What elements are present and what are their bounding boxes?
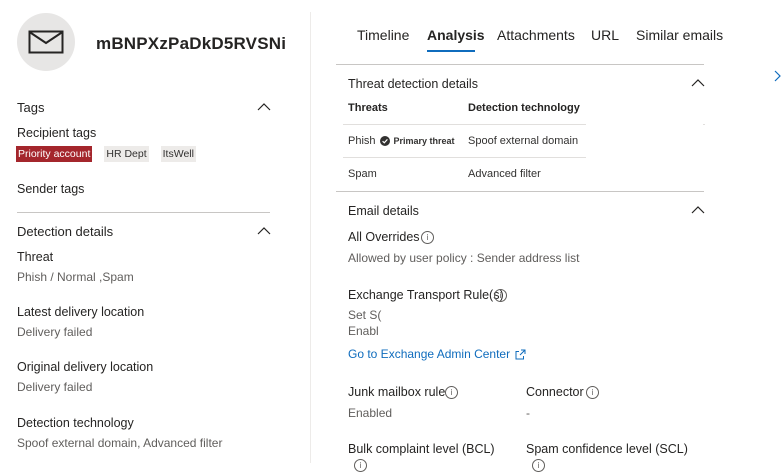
detection-tech-label: Detection technology xyxy=(17,416,134,430)
info-icon[interactable]: i xyxy=(445,386,458,399)
col-header-detection-tech[interactable]: Detection technology xyxy=(468,102,580,114)
threat-value: Phish / Normal ,Spam xyxy=(17,270,134,284)
col-header-threats[interactable]: Threats xyxy=(348,102,388,114)
detection-section-title: Detection details xyxy=(17,224,114,239)
recipient-tags-label: Recipient tags xyxy=(17,126,97,140)
tab-attachments[interactable]: Attachments xyxy=(497,27,575,43)
detection-tech-value: Spoof external domain, Advanced filter xyxy=(17,436,223,450)
tags-section-title: Tags xyxy=(17,100,45,115)
threat-cell: Phish xyxy=(348,135,376,147)
email-details-title: Email details xyxy=(348,204,419,218)
tag-itswell: ItsWell xyxy=(160,146,196,162)
tab-timeline[interactable]: Timeline xyxy=(357,27,409,43)
latest-delivery-label: Latest delivery location xyxy=(17,305,145,319)
info-icon[interactable]: i xyxy=(494,289,507,302)
tab-similar-emails[interactable]: Similar emails xyxy=(636,27,723,43)
chevron-up-icon[interactable] xyxy=(257,226,271,236)
transport-rules-label: Exchange Transport Rule(s) xyxy=(348,288,504,302)
connector-value: - xyxy=(526,406,530,420)
all-overrides-value: Allowed by user policy : Sender address … xyxy=(348,251,580,265)
bcl-label: Bulk complaint level (BCL) xyxy=(348,442,495,456)
junk-rule-label: Junk mailbox rule xyxy=(348,385,446,399)
original-delivery-label: Original delivery location xyxy=(17,360,154,374)
chevron-up-icon[interactable] xyxy=(257,102,271,112)
recipient-tags-list: Priority account HR Dept ItsWell xyxy=(16,146,196,162)
mail-icon xyxy=(28,30,64,54)
detection-tech-cell: Advanced filter xyxy=(468,168,541,180)
exchange-admin-link[interactable]: Go to Exchange Admin Center xyxy=(348,347,526,361)
info-icon[interactable]: i xyxy=(421,231,434,244)
divider xyxy=(336,64,704,65)
table-row: Phish Primary threat xyxy=(348,135,455,147)
transport-rule-line: Enabl xyxy=(348,324,379,338)
email-avatar xyxy=(17,13,75,71)
info-icon[interactable]: i xyxy=(586,386,599,399)
primary-threat-badge: Primary threat xyxy=(393,136,455,146)
junk-rule-value: Enabled xyxy=(348,406,393,420)
chevron-up-icon[interactable] xyxy=(691,78,705,88)
chevron-up-icon[interactable] xyxy=(691,205,705,215)
transport-rule-line: Set S( xyxy=(348,308,382,322)
exchange-admin-link-label[interactable]: Go to Exchange Admin Center xyxy=(348,347,510,361)
tab-analysis[interactable]: Analysis xyxy=(427,27,485,43)
chevron-right-icon[interactable] xyxy=(774,70,781,82)
table-divider xyxy=(343,124,586,125)
panel-separator xyxy=(310,12,311,463)
tab-url[interactable]: URL xyxy=(591,27,619,43)
table-divider xyxy=(343,157,586,158)
threat-cell: Spam xyxy=(348,168,377,180)
active-tab-indicator xyxy=(427,50,475,52)
connector-label: Connector xyxy=(526,385,584,399)
all-overrides-label: All Overrides xyxy=(348,230,420,244)
threat-detection-title: Threat detection details xyxy=(348,77,478,91)
tag-priority-account: Priority account xyxy=(16,146,93,162)
latest-delivery-value: Delivery failed xyxy=(17,325,93,339)
detection-tech-cell: Spoof external domain xyxy=(468,135,579,147)
divider xyxy=(17,212,270,213)
info-icon[interactable]: i xyxy=(354,459,367,472)
sender-tags-label: Sender tags xyxy=(17,182,85,196)
threat-label: Threat xyxy=(17,250,54,264)
check-circle-icon xyxy=(379,136,390,146)
original-delivery-value: Delivery failed xyxy=(17,380,93,394)
info-icon[interactable]: i xyxy=(532,459,545,472)
divider xyxy=(336,191,704,192)
table-divider xyxy=(703,124,705,125)
email-subject: mBNPXzPaDkD5RVSNi xyxy=(96,34,287,53)
scl-label: Spam confidence level (SCL) xyxy=(526,442,688,456)
external-link-icon xyxy=(515,349,526,359)
tag-hr-dept: HR Dept xyxy=(104,146,149,162)
